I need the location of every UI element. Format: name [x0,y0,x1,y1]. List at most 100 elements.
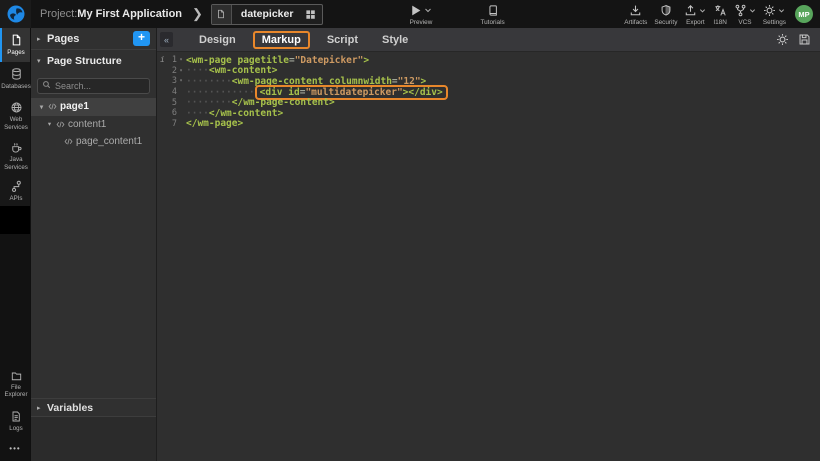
tree-item-page1[interactable]: ▾ page1 [31,98,156,116]
chevron-down-icon[interactable] [699,7,706,14]
code-line[interactable]: 7</wm-page> [157,119,820,130]
security-button[interactable]: Security [654,3,677,26]
breadcrumb-chevron-icon: ❯ [192,6,203,22]
line-gutter: 4 [157,87,185,97]
page-icon [10,33,23,47]
search-box [37,76,150,94]
tab-design[interactable]: Design [187,32,248,48]
book-icon [487,4,499,17]
tree-item-label: page_content1 [76,136,142,147]
pages-header[interactable]: ▸ Pages + [31,28,156,50]
collapse-panel-button[interactable]: « [160,32,173,47]
variables-header[interactable]: ▸ Variables [31,398,156,417]
user-avatar[interactable]: MP [795,5,813,23]
rail-item-java-services[interactable]: Java Services [0,136,30,176]
rail-label: File Explorer [2,384,30,399]
chevron-down-icon[interactable] [778,7,785,14]
chevron-down-icon[interactable] [424,6,432,14]
left-rail: Pages Databases Web Services [0,28,31,461]
code-token: <div [260,87,289,98]
code-token: ></div> [403,87,443,98]
search-input[interactable] [37,78,150,94]
rail-item-file-explorer[interactable]: File Explorer [0,364,30,404]
open-page-tab[interactable]: datepicker [211,4,324,25]
info-marker: i [160,55,165,64]
line-gutter: 5 [157,98,185,108]
play-icon [409,4,422,17]
line-number: 4 [172,87,177,97]
rail-item-logs[interactable]: Logs [0,404,30,438]
chevron-down-icon[interactable] [749,7,756,14]
code-token: id [288,87,299,98]
artifacts-label: Artifacts [624,19,647,26]
tree-item-content1[interactable]: ▾ content1 [31,116,156,134]
code-token: "multidatepicker" [305,87,402,98]
i18n-label: I18N [713,19,727,26]
rail-gap [0,206,30,234]
tree-item-label: page1 [60,101,89,112]
coffee-icon [10,141,23,154]
project-name[interactable]: My First Application [77,8,182,20]
code-line[interactable]: 5 ········</wm-page-content> [157,97,820,108]
gear-icon [763,4,776,17]
tree-item-page-content1[interactable]: page_content1 [31,133,156,151]
app-window: Project:My First Application ❯ datepicke… [0,0,820,461]
i18n-button[interactable]: I18N [713,3,727,26]
save-button[interactable] [798,33,811,46]
expanded-caret-icon[interactable]: ▾ [37,103,46,111]
line-number: 5 [172,98,177,108]
editor-tabs: Design Markup Script Style [187,31,420,49]
tab-markup[interactable]: Markup [253,31,310,49]
top-bar: Project:My First Application ❯ datepicke… [0,0,820,28]
api-icon [10,180,23,193]
wavemaker-logo-icon[interactable] [0,0,31,28]
code-area[interactable]: i1▾<wm-page pagetitle="Datepicker">2▾···… [157,52,820,129]
tab-script[interactable]: Script [315,32,370,48]
pages-panel: ▸ Pages + ▾ Page Structure ▾ page1 [31,28,157,461]
code-line[interactable]: 6····</wm-content> [157,108,820,119]
grid-view-icon[interactable] [305,9,322,20]
tab-style[interactable]: Style [370,32,420,48]
page-structure-header[interactable]: ▾ Page Structure [31,50,156,72]
translate-icon [714,4,727,17]
rail-item-pages[interactable]: Pages [0,28,30,62]
code-text: ············<div id="multidatepicker"></… [186,87,448,98]
open-page-name: datepicker [232,8,306,20]
settings-button[interactable]: Settings [763,3,786,26]
artifacts-button[interactable]: Artifacts [624,3,647,26]
search-icon [42,80,51,89]
rail-item-databases[interactable]: Databases [0,62,30,96]
indent-dots: ········ [186,76,232,87]
rail-item-web-services[interactable]: Web Services [0,96,30,136]
save-icon [798,33,811,46]
code-line[interactable]: 4 ············<div id="multidatepicker"><… [157,87,820,98]
topbar-actions: Artifacts Security [624,3,786,26]
shield-icon [660,4,672,17]
code-text: </wm-page> [186,118,243,129]
fold-toggle-icon[interactable]: ▾ [177,68,185,74]
tutorials-button[interactable]: Tutorials [480,3,504,26]
vcs-label: VCS [738,19,751,26]
variables-label: Variables [47,402,93,414]
code-line[interactable]: 2▾····<wm-content> [157,66,820,77]
fold-toggle-icon[interactable]: ▾ [177,78,185,84]
fold-toggle-icon[interactable]: ▾ [177,57,185,63]
more-button[interactable]: ••• [0,438,30,461]
code-token: <wm-content> [209,65,278,76]
indent-dots: ········ [186,97,232,108]
export-button[interactable]: Export [684,3,706,26]
expanded-caret-icon[interactable]: ▾ [45,120,54,128]
line-gutter: 2▾ [157,66,185,76]
logs-icon [10,410,22,423]
code-line[interactable]: i1▾<wm-page pagetitle="Datepicker"> [157,55,820,66]
collapsed-caret-icon: ▸ [37,35,47,43]
vcs-button[interactable]: VCS [734,3,756,26]
code-token: </wm-page-content> [232,97,335,108]
project-label: Project: [40,8,77,20]
rail-item-apis[interactable]: APIs [0,176,30,206]
preview-button[interactable]: Preview [409,3,432,26]
add-page-button[interactable]: + [133,31,150,46]
widget-code-icon [56,120,65,129]
editor-settings-button[interactable] [776,33,789,46]
editor-region: « Design Markup Script Style [157,28,820,461]
